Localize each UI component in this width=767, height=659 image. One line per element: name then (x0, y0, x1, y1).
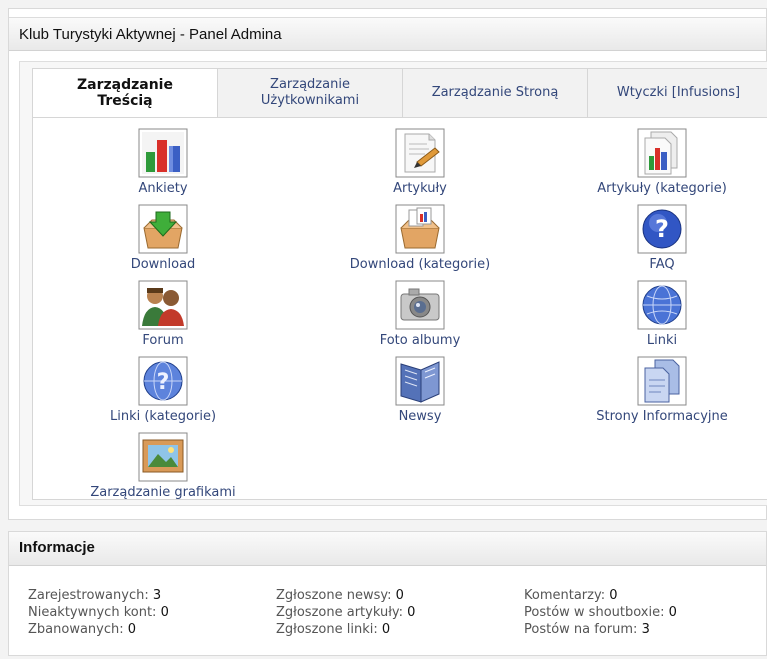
admin-item-foto-albumy[interactable]: Foto albumy (325, 280, 515, 348)
info-value: 0 (668, 605, 677, 620)
admin-item-faq[interactable]: ? FAQ (567, 204, 757, 272)
tab-label-line1: Zarządzanie (270, 77, 350, 92)
info-row: Postów na forum: 3 (524, 621, 677, 638)
info-value: 0 (395, 588, 404, 603)
info-value: 0 (609, 588, 618, 603)
admin-item-forum[interactable]: Forum (68, 280, 258, 348)
tab-label-line2: Treścią (97, 93, 153, 109)
faq-question-icon: ? (637, 204, 687, 254)
info-label: Postów w shoutboxie: (524, 605, 665, 620)
info-label: Zgłoszone artykuły: (276, 605, 404, 620)
admin-item-ankiety[interactable]: Ankiety (68, 128, 258, 196)
item-label: Download (kategorie) (349, 257, 491, 272)
tab-label-line2: Użytkownikami (260, 93, 360, 108)
image-frame-icon (138, 432, 188, 482)
svg-text:?: ? (655, 215, 669, 243)
info-label: Zgłoszone linki: (276, 622, 378, 637)
tab-content-area: Ankiety Artykuły Artykuły (kategorie) Do… (32, 117, 767, 500)
info-value: 3 (152, 588, 162, 603)
panel-header: Klub Turystyki Aktywnej - Panel Admina (9, 17, 766, 51)
info-row: Zgłoszone artykuły: 0 (276, 604, 415, 621)
admin-item-artykuly-kategorie[interactable]: Artykuły (kategorie) (567, 128, 757, 196)
info-column-posts: Komentarzy: 0 Postów w shoutboxie: 0 Pos… (524, 587, 677, 638)
info-row: Nieaktywnych kont: 0 (28, 604, 169, 621)
panel-body: Zarządzanie Treścią Zarządzanie Użytkownik… (19, 61, 767, 506)
item-label: Foto albumy (379, 333, 461, 348)
tab-site-management[interactable]: Zarządzanie Stroną (402, 68, 588, 118)
poll-chart-icon (138, 128, 188, 178)
tab-label-line1: Zarządzanie (77, 77, 173, 93)
info-row: Zarejestrowanych: 3 (28, 587, 169, 604)
forum-users-icon (138, 280, 188, 330)
info-label: Zgłoszone newsy: (276, 588, 392, 603)
info-title: Informacje (19, 539, 95, 556)
info-label: Postów na forum: (524, 622, 638, 637)
admin-item-linki-kategorie[interactable]: ? Linki (kategorie) (68, 356, 258, 424)
item-label: Zarządzanie grafikami (90, 485, 236, 500)
item-label: Linki (646, 333, 678, 348)
svg-text:?: ? (157, 370, 170, 395)
tab-content-management[interactable]: Zarządzanie Treścią (32, 68, 218, 118)
info-header: Informacje (9, 532, 766, 566)
item-label: Download (130, 257, 196, 272)
tab-user-management[interactable]: Zarządzanie Użytkownikami (217, 68, 403, 118)
globe-question-icon: ? (138, 356, 188, 406)
item-label: Forum (142, 333, 184, 348)
info-label: Zbanowanych: (28, 622, 124, 637)
info-value: 0 (127, 622, 137, 637)
article-pencil-icon (395, 128, 445, 178)
info-value: 0 (160, 605, 169, 620)
news-book-icon (395, 356, 445, 406)
globe-icon (637, 280, 687, 330)
admin-item-strony-informacyjne[interactable]: Strony Informacyjne (567, 356, 757, 424)
item-label: Ankiety (138, 181, 188, 196)
article-categories-icon (637, 128, 687, 178)
item-label: Artykuły (393, 181, 447, 196)
panel-title: Klub Turystyki Aktywnej - Panel Admina (19, 26, 282, 43)
info-label: Zarejestrowanych: (28, 588, 149, 603)
pages-icon (637, 356, 687, 406)
info-column-submissions: Zgłoszone newsy: 0 Zgłoszone artykuły: 0… (276, 587, 415, 638)
camera-icon (395, 280, 445, 330)
tab-label: Zarządzanie Stroną (431, 85, 559, 100)
admin-panel: Klub Turystyki Aktywnej - Panel Admina Z… (8, 8, 767, 520)
info-row: Zgłoszone newsy: 0 (276, 587, 415, 604)
item-label: Linki (kategorie) (109, 409, 217, 424)
info-label: Komentarzy: (524, 588, 606, 603)
item-label: FAQ (649, 257, 675, 272)
item-label: Strony Informacyjne (596, 409, 728, 424)
info-value: 0 (407, 605, 416, 620)
info-row: Zgłoszone linki: 0 (276, 621, 415, 638)
admin-item-linki[interactable]: Linki (567, 280, 757, 348)
info-value: 0 (381, 622, 391, 637)
item-label: Newsy (398, 409, 442, 424)
info-value: 3 (641, 622, 650, 637)
tab-infusions[interactable]: Wtyczki [Infusions] (587, 68, 767, 118)
info-row: Komentarzy: 0 (524, 587, 677, 604)
admin-item-download[interactable]: Download (68, 204, 258, 272)
admin-item-artykuly[interactable]: Artykuły (325, 128, 515, 196)
info-label: Nieaktywnych kont: (28, 605, 157, 620)
download-box-icon (138, 204, 188, 254)
tab-bar: Zarządzanie Treścią Zarządzanie Użytkownik… (32, 68, 767, 118)
download-categories-icon (395, 204, 445, 254)
admin-item-newsy[interactable]: Newsy (325, 356, 515, 424)
info-row: Zbanowanych: 0 (28, 621, 169, 638)
admin-item-zarzadzanie-grafikami[interactable]: Zarządzanie grafikami (68, 432, 258, 500)
admin-item-download-kategorie[interactable]: Download (kategorie) (325, 204, 515, 272)
tab-label: Wtyczki [Infusions] (616, 85, 741, 100)
info-row: Postów w shoutboxie: 0 (524, 604, 677, 621)
info-column-users: Zarejestrowanych: 3 Nieaktywnych kont: 0… (28, 587, 169, 638)
info-box: Informacje Zarejestrowanych: 3 Nieaktywn… (8, 531, 767, 656)
item-label: Artykuły (kategorie) (597, 181, 727, 196)
